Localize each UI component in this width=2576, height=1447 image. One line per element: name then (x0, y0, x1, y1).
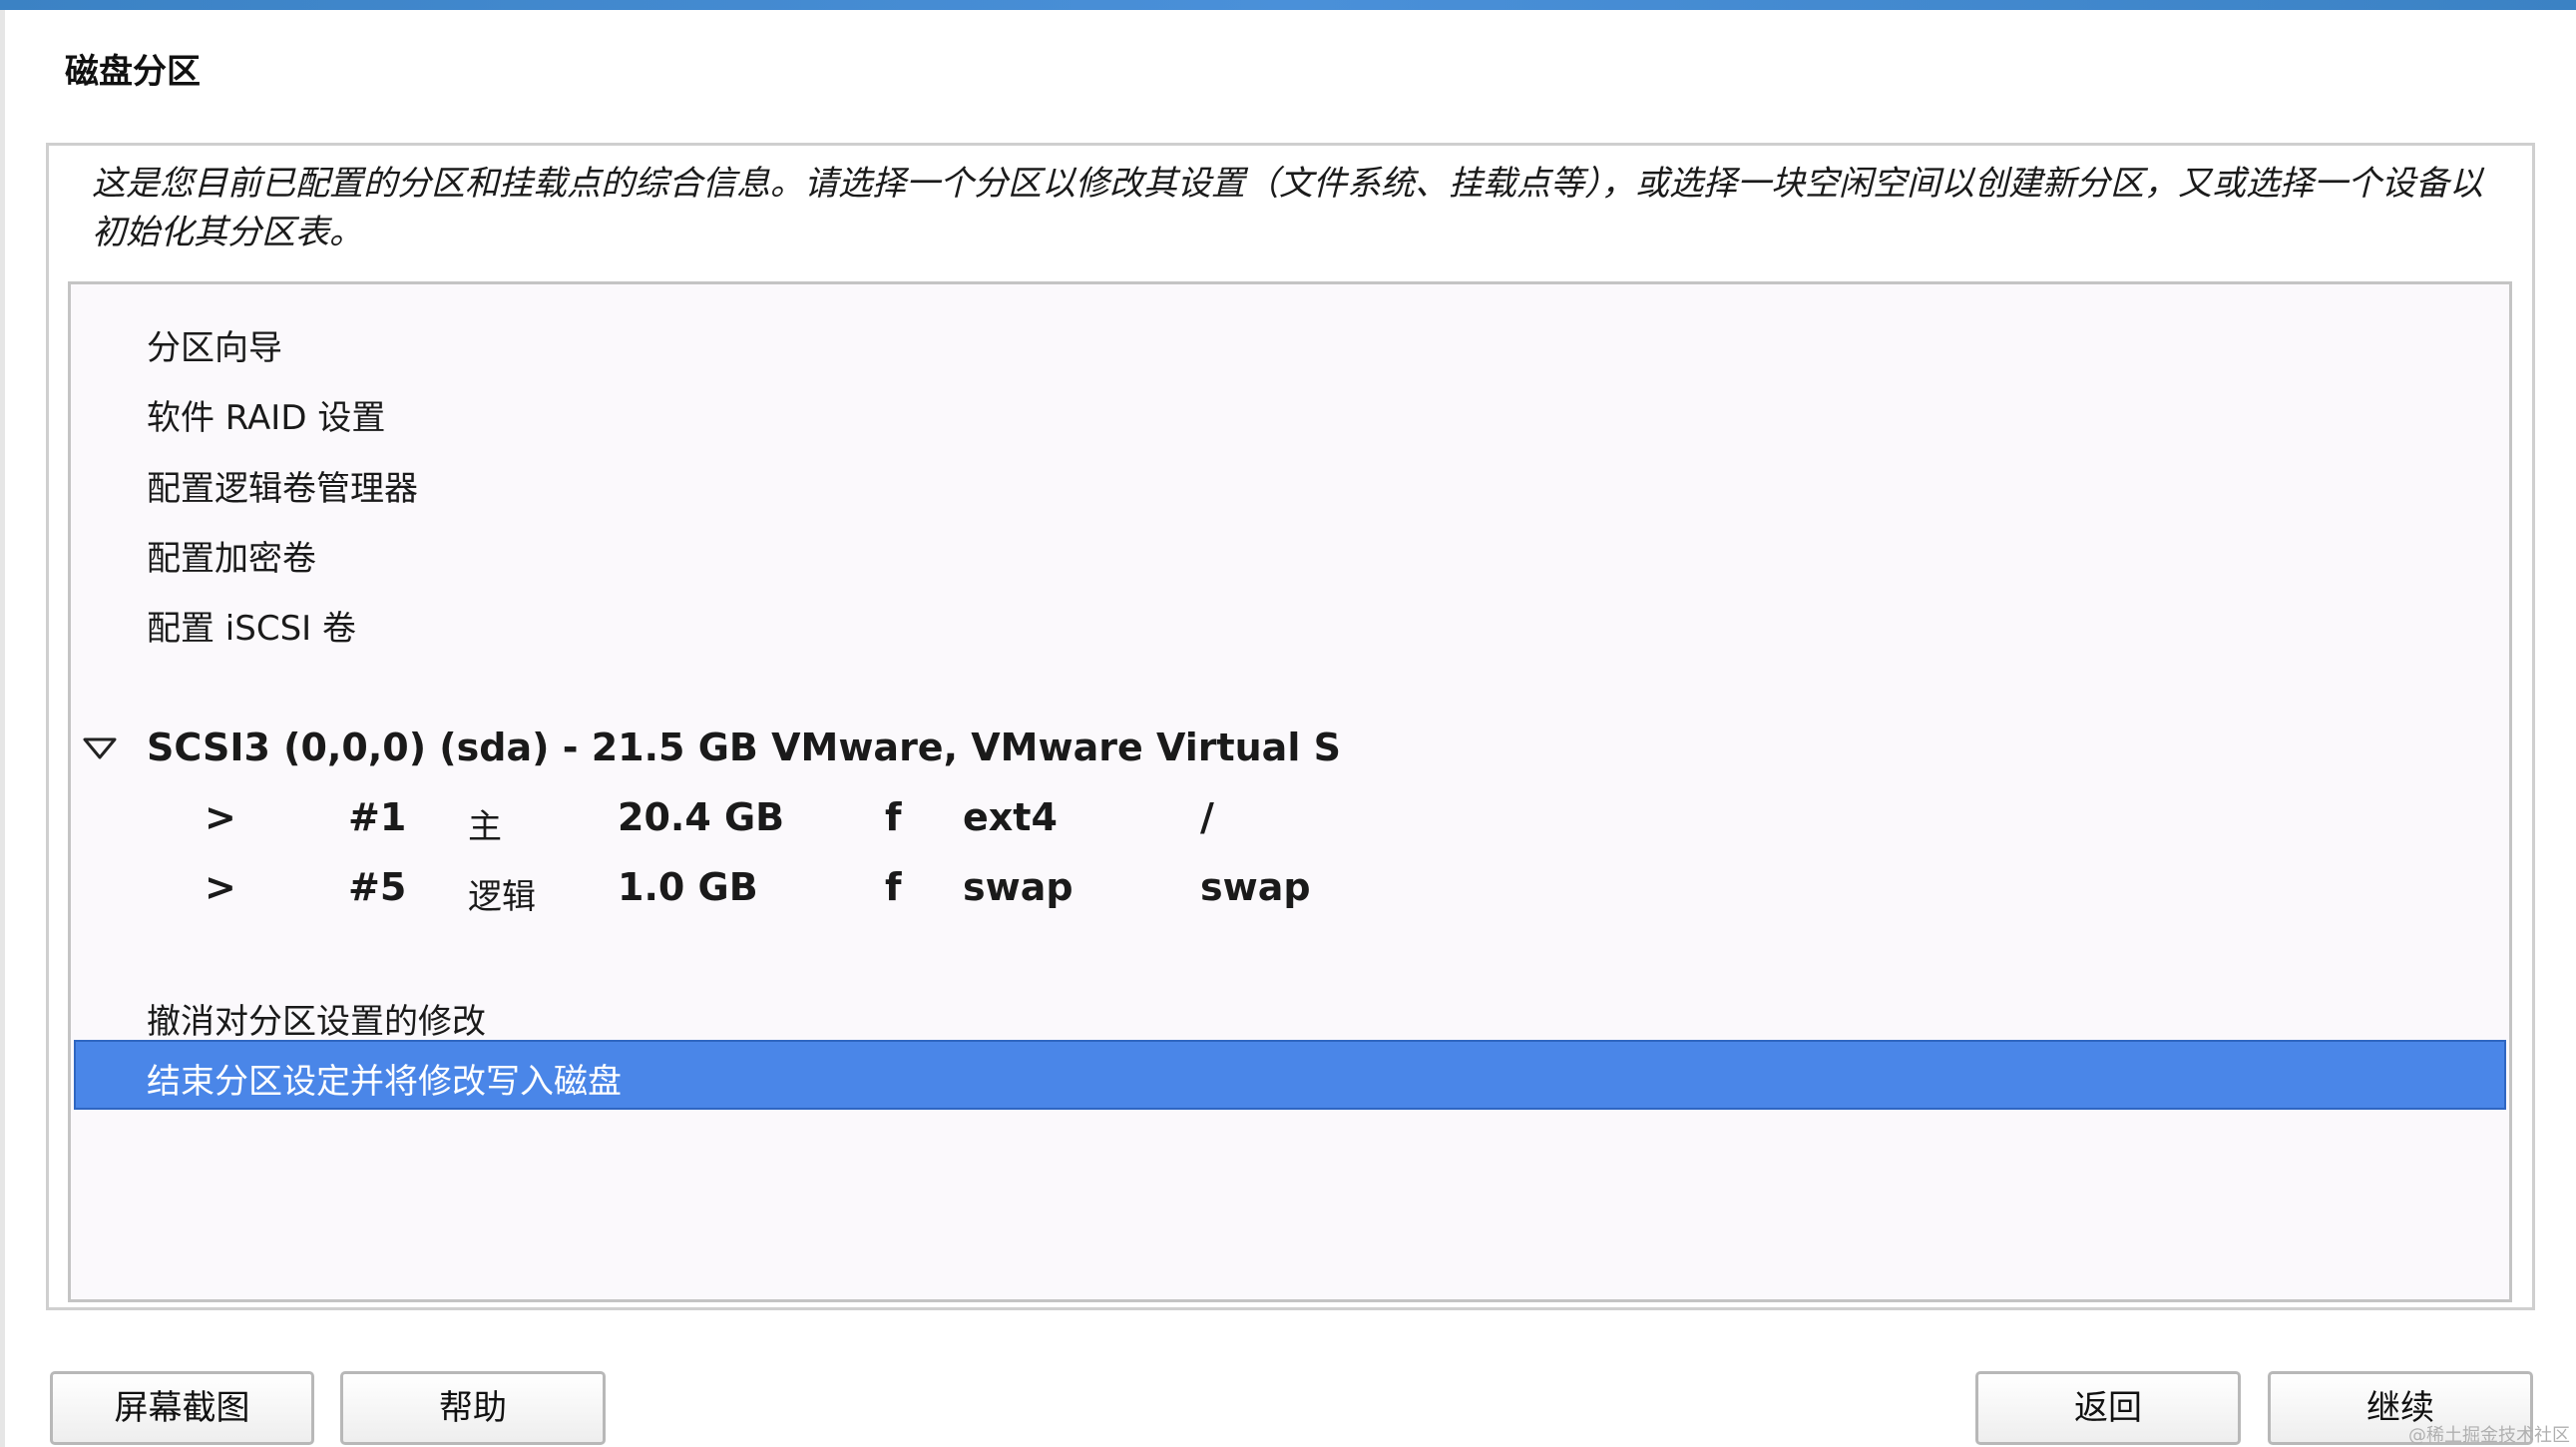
partition-type: 主 (468, 807, 502, 847)
partition-number: #1 (348, 795, 407, 839)
menu-item-configure-encrypted[interactable]: 配置加密卷 (71, 517, 2509, 587)
menu-item-finish-partitioning[interactable]: 结束分区设定并将修改写入磁盘 (74, 1040, 2506, 1110)
partition-format-flag: f (885, 865, 902, 909)
menu-item-software-raid[interactable]: 软件 RAID 设置 (71, 376, 2509, 446)
menu-item-guided-partitioning[interactable]: 分区向导 (71, 306, 2509, 376)
partition-arrow-icon: > (205, 795, 236, 839)
menu-item-label: 撤消对分区设置的修改 (147, 1002, 486, 1042)
menu-item-label: 配置加密卷 (147, 539, 316, 579)
partition-row-1[interactable]: > #1 主 20.4 GB f ext4 / (71, 783, 2509, 853)
menu-item-label: 配置逻辑卷管理器 (147, 469, 418, 509)
help-button[interactable]: 帮助 (340, 1371, 606, 1445)
menu-item-label: 软件 RAID 设置 (147, 398, 386, 438)
back-button[interactable]: 返回 (1975, 1371, 2241, 1445)
partition-format-flag: f (885, 795, 902, 839)
window-top-accent-bar (0, 0, 2576, 10)
partition-row-5[interactable]: > #5 逻辑 1.0 GB f swap swap (71, 853, 2509, 923)
watermark: @稀土掘金技术社区 (2408, 1425, 2570, 1446)
window-left-edge (0, 10, 5, 1447)
partition-arrow-icon: > (205, 865, 236, 909)
partition-filesystem: swap (963, 865, 1073, 909)
partition-type: 逻辑 (468, 877, 536, 917)
menu-item-label: 配置 iSCSI 卷 (147, 609, 356, 649)
menu-item-label: 分区向导 (147, 328, 282, 368)
partition-filesystem: ext4 (963, 795, 1058, 839)
partition-size: 20.4 GB (618, 795, 785, 839)
expand-triangle-icon[interactable] (83, 737, 117, 759)
description-text: 这是您目前已配置的分区和挂载点的综合信息。请选择一个分区以修改其设置（文件系统、… (92, 164, 2483, 252)
menu-item-label: 结束分区设定并将修改写入磁盘 (147, 1062, 622, 1102)
partition-number: #5 (348, 865, 407, 909)
partition-size: 1.0 GB (618, 865, 758, 909)
partition-mountpoint: / (1200, 795, 1214, 839)
partition-list[interactable]: 分区向导 软件 RAID 设置 配置逻辑卷管理器 配置加密卷 配置 iSCSI … (68, 281, 2512, 1302)
menu-item-configure-iscsi[interactable]: 配置 iSCSI 卷 (71, 587, 2509, 657)
page-title: 磁盘分区 (65, 52, 201, 92)
disk-label: SCSI3 (0,0,0) (sda) - 21.5 GB VMware, VM… (147, 725, 1341, 769)
screenshot-button[interactable]: 屏幕截图 (50, 1371, 314, 1445)
menu-item-configure-lvm[interactable]: 配置逻辑卷管理器 (71, 447, 2509, 517)
disk-row-sda[interactable]: SCSI3 (0,0,0) (sda) - 21.5 GB VMware, VM… (71, 714, 2509, 783)
partition-mountpoint: swap (1200, 865, 1311, 909)
